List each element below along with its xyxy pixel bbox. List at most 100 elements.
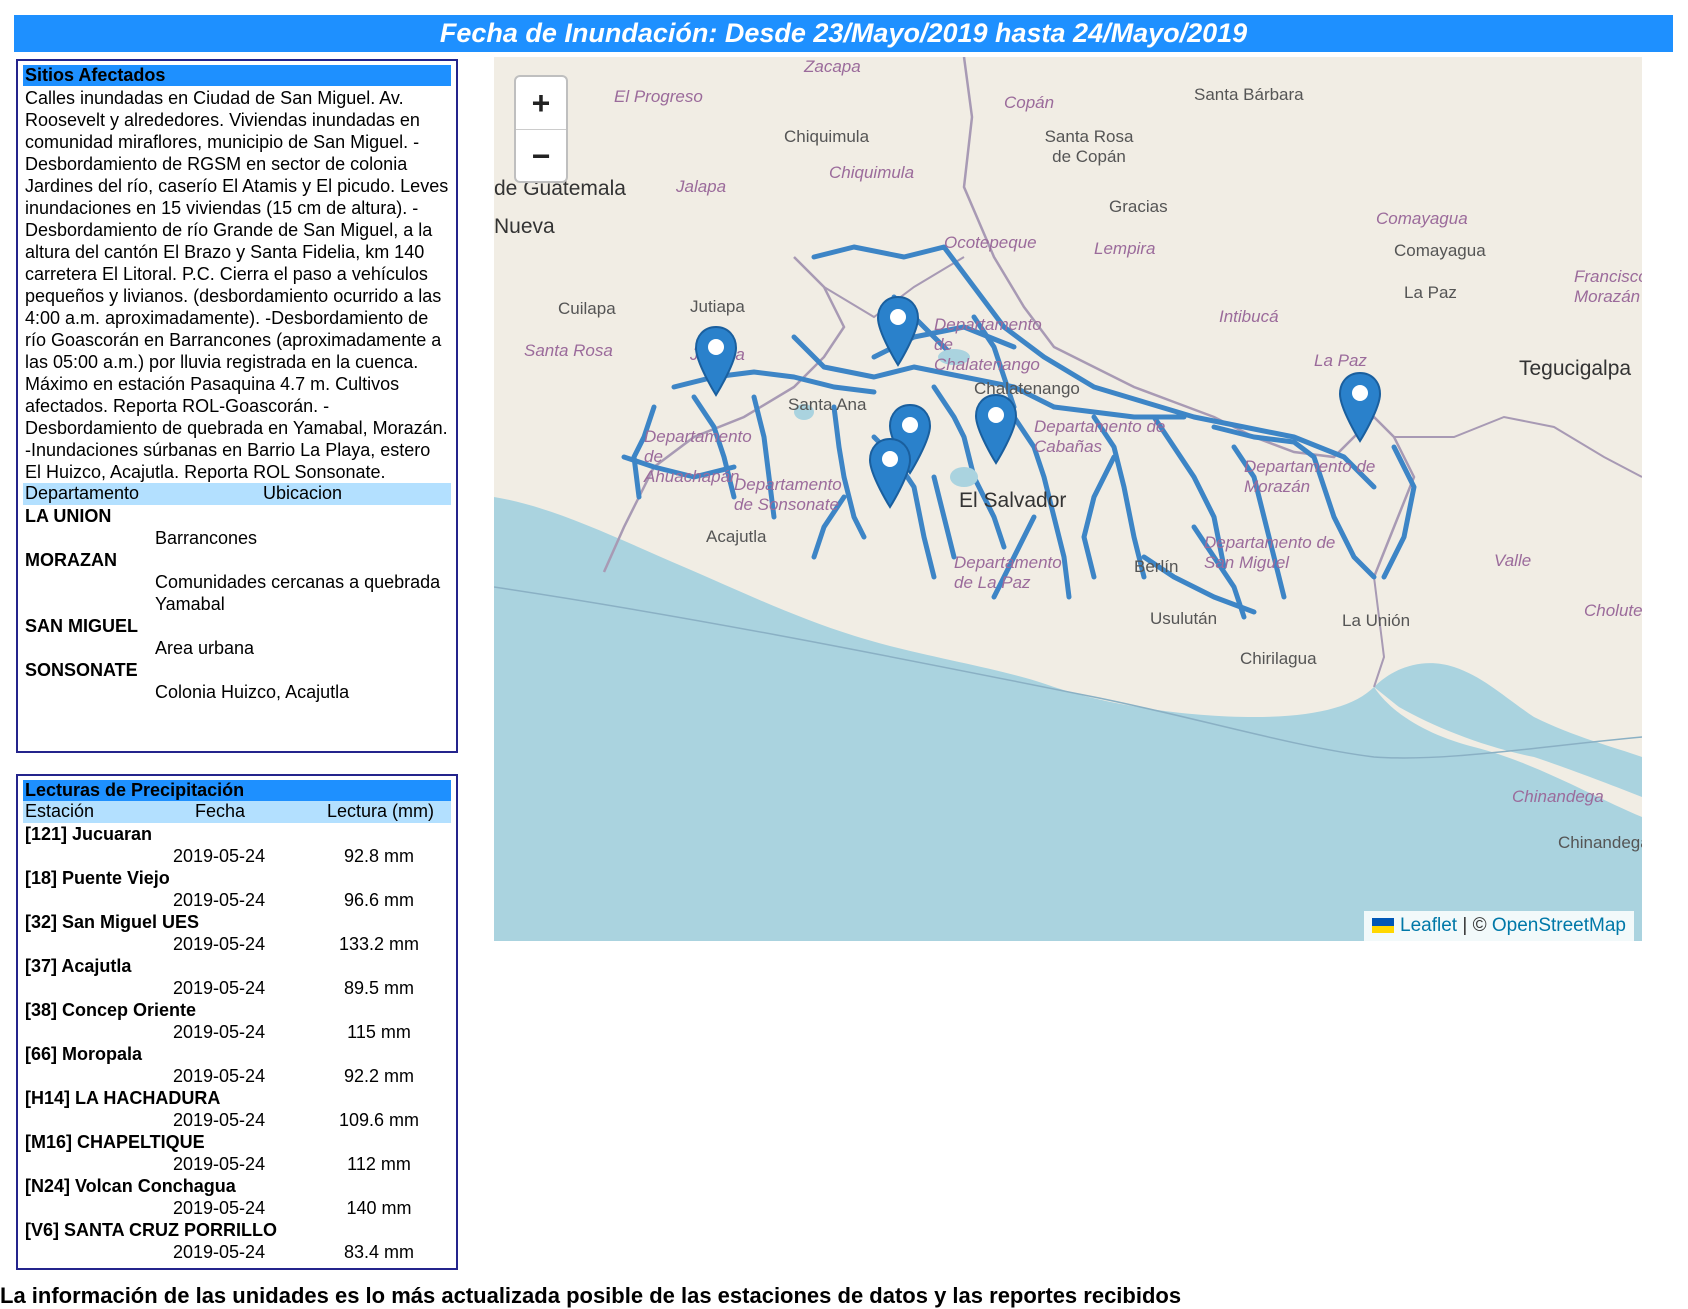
map-label: Tegucigalpa: [1519, 357, 1632, 380]
station-date: 2019-05-24: [173, 1110, 266, 1130]
stations-list: [121] Jucuaran 2019-05-24 92.8 mm [18] Puen…: [23, 823, 451, 1263]
col-fecha: Fecha: [195, 801, 246, 821]
station-reading-row: 2019-05-24 133.2 mm: [23, 933, 451, 955]
station-date: 2019-05-24: [173, 978, 266, 998]
zoom-control: + −: [514, 75, 568, 183]
map-label: Santa Rosa: [524, 341, 613, 360]
map-label: Departamento de Cabañas: [1034, 417, 1166, 456]
table-row-departamento: MORAZAN: [25, 550, 117, 570]
station-name: [M16] CHAPELTIQUE: [25, 1132, 205, 1152]
map-label: Departamento de Sonsonate: [734, 475, 842, 514]
col-ubicacion: Ubicacion: [263, 483, 343, 503]
map-label: Copán: [1004, 93, 1055, 112]
map-label: Valle: [1494, 551, 1532, 570]
page-title: Fecha de Inundación: Desde 23/Mayo/2019 …: [14, 15, 1673, 52]
map-label: Usulután: [1150, 609, 1218, 628]
map-marker-icon[interactable]: [694, 325, 738, 397]
station-date: 2019-05-24: [173, 1022, 266, 1042]
border-line: [1373, 576, 1386, 688]
sitios-rows: LA UNION Barrancones MORAZAN Comunidades…: [23, 505, 451, 703]
map-label: Departamento de Chalatenango: [934, 315, 1042, 374]
map-label: Chinandega: [1558, 833, 1642, 852]
map-label: Chiquimula: [784, 127, 870, 146]
station-reading-row: 2019-05-24 140 mm: [23, 1197, 451, 1219]
map-marker-icon[interactable]: [974, 393, 1018, 465]
station-reading: 109.6 mm: [338, 1110, 420, 1130]
station-reading-row: 2019-05-24 83.4 mm: [23, 1241, 451, 1263]
map-label: Departamento de Morazán: [1244, 457, 1376, 496]
ukraine-flag-icon: [1372, 918, 1395, 934]
station-reading: 112 mm: [347, 1154, 411, 1174]
flood-map[interactable]: Zacapa El Progreso Copán Santa Bárbara C…: [494, 57, 1642, 941]
lake-ilopango: [950, 467, 978, 487]
station-date: 2019-05-24: [173, 890, 266, 910]
map-label: Gracias: [1109, 197, 1168, 216]
station-date: 2019-05-24: [173, 934, 266, 954]
map-label: Santa Rosa de Copán: [1044, 127, 1134, 166]
map-label: Jalapa: [676, 177, 727, 196]
map-label: La Unión: [1342, 611, 1411, 630]
zoom-in-button[interactable]: +: [516, 77, 566, 129]
station-reading-row: 2019-05-24 96.6 mm: [23, 889, 451, 911]
map-label: Acajutla: [706, 527, 767, 546]
map-label: La Paz: [1404, 283, 1457, 302]
station-name: [38] Concep Oriente: [25, 1000, 197, 1020]
zoom-out-button[interactable]: −: [516, 129, 566, 182]
footer-note: La información de las unidades es lo más…: [0, 1283, 1182, 1308]
station-reading-row: 2019-05-24 89.5 mm: [23, 977, 451, 999]
sitios-description: Calles inundadas en Ciudad de San Miguel…: [25, 88, 449, 482]
map-marker-icon[interactable]: [868, 437, 912, 509]
map-label: Berlín: [1134, 557, 1179, 576]
map-marker-icon[interactable]: [1338, 371, 1382, 443]
leaflet-link[interactable]: Leaflet: [1400, 915, 1457, 936]
map-label: Departamento de Ahuachapán: [644, 427, 752, 486]
map-label: Chirilagua: [1240, 649, 1317, 668]
map-label: Zacapa: [804, 57, 861, 76]
table-row-ubicacion: Area urbana: [155, 638, 255, 658]
sitios-table-header: Departamento Ubicacion: [23, 483, 451, 505]
lecturas-panel: Lecturas de Precipitación Estación Fecha…: [16, 774, 458, 1270]
station-name: [18] Puente Viejo: [25, 868, 170, 888]
station-reading: 92.8 mm: [343, 846, 415, 866]
openstreetmap-link[interactable]: OpenStreetMap: [1492, 915, 1626, 936]
map-label: Cuilapa: [558, 299, 616, 318]
station-reading: 92.2 mm: [343, 1066, 415, 1086]
station-reading-row: 2019-05-24 115 mm: [23, 1021, 451, 1043]
map-label: El Salvador: [959, 489, 1067, 512]
station-date: 2019-05-24: [173, 1198, 266, 1218]
map-label: Chinandega: [1512, 787, 1604, 806]
map-attribution: Leaflet | © OpenStreetMap: [1364, 911, 1634, 941]
border-line: [1394, 415, 1642, 478]
col-estacion: Estación: [25, 801, 95, 821]
map-label: Departamento de San Miguel: [1204, 533, 1336, 572]
table-row-departamento: LA UNION: [25, 506, 112, 526]
col-lectura: Lectura (mm): [327, 801, 435, 821]
map-label: Comayagua: [1376, 209, 1468, 228]
map-label: Santa Bárbara: [1194, 85, 1304, 104]
map-label: Lempira: [1094, 239, 1156, 258]
station-name: [H14] LA HACHADURA: [25, 1088, 221, 1108]
station-date: 2019-05-24: [173, 1154, 266, 1174]
map-label: Chiquimula: [829, 163, 915, 182]
station-reading: 115 mm: [347, 1022, 411, 1042]
map-label: Jutiapa: [690, 297, 745, 316]
station-reading-row: 2019-05-24 109.6 mm: [23, 1109, 451, 1131]
station-reading: 89.5 mm: [343, 978, 415, 998]
sitios-heading: Sitios Afectados: [23, 65, 451, 86]
map-label: Intibucá: [1219, 307, 1279, 326]
table-row-departamento: SAN MIGUEL: [25, 616, 139, 636]
map-label: El Progreso: [614, 87, 703, 106]
station-reading-row: 2019-05-24 112 mm: [23, 1153, 451, 1175]
station-reading: 140 mm: [346, 1198, 412, 1218]
table-row-departamento: SONSONATE: [25, 660, 138, 680]
map-label: Francisco Morazán: [1574, 267, 1642, 306]
lecturas-heading: Lecturas de Precipitación: [23, 780, 451, 801]
attribution-separator: | ©: [1462, 915, 1487, 936]
sitios-panel: Sitios Afectados Calles inundadas en Ciu…: [16, 59, 458, 753]
map-label: Nueva: [494, 215, 555, 238]
map-label: Choluteca: [1584, 601, 1642, 620]
station-reading-row: 2019-05-24 92.8 mm: [23, 845, 451, 867]
station-name: [V6] SANTA CRUZ PORRILLO: [25, 1220, 277, 1240]
map-marker-icon[interactable]: [876, 295, 920, 367]
station-date: 2019-05-24: [173, 846, 266, 866]
